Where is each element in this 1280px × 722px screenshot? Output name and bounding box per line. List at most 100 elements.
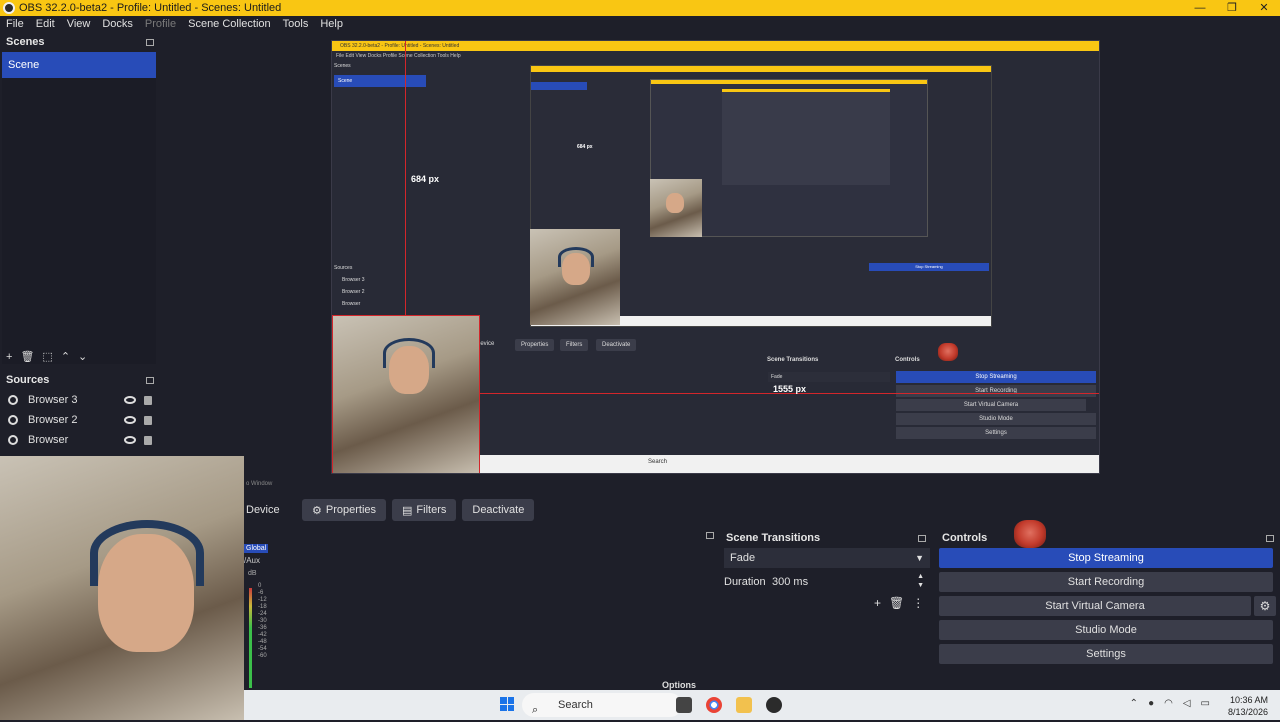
speaker-icon[interactable]: ◁ [1183,698,1191,709]
source-context-bar: Device ⚙ Properties ▤ Filters Deactivate [244,496,1280,524]
battery-icon[interactable]: ▭ [1201,698,1210,709]
measurement-label-vertical: 684 px [411,174,440,184]
selected-webcam-source[interactable] [332,315,480,473]
headphones-shape [90,520,204,586]
scene-filters-icon[interactable]: ⬚ [42,350,52,363]
filter-icon: ▤ [402,504,413,517]
preview-canvas[interactable]: OBS 32.2.0-beta2 - Profile: Untitled - S… [331,40,1100,474]
source-item[interactable]: Browser 3 [0,390,160,410]
undock-icon[interactable] [146,38,154,46]
undock-icon[interactable] [146,376,154,384]
options-button[interactable]: Options [662,680,696,690]
device-label: Device [246,504,280,516]
menu-tools[interactable]: Tools [277,18,315,30]
more-icon[interactable]: ⋮ [912,596,924,610]
obs-taskbar-icon[interactable] [766,697,782,713]
source-item[interactable]: Browser 2 [0,410,160,430]
lock-icon[interactable] [144,395,152,405]
window-title: OBS 32.2.0-beta2 - Profile: Untitled - S… [19,2,282,14]
menu-bar: File Edit View Docks Profile Scene Colle… [0,16,1280,32]
windows-taskbar [244,690,1280,720]
deactivate-button[interactable]: Deactivate [462,499,535,521]
db-tick: -24 [258,611,267,617]
transition-select[interactable]: Fade ▼ [724,548,930,568]
start-virtual-camera-button[interactable]: Start Virtual Camera [939,596,1251,616]
nested-title-bar: OBS 32.2.0-beta2 - Profile: Untitled - S… [332,41,1099,51]
undock-icon[interactable] [1266,534,1274,542]
clock[interactable]: 10:36 AM 8/13/2026 [1228,694,1268,718]
search-icon: ⌕ [532,704,539,716]
db-label: dB [248,570,257,577]
nested-webcam-image [530,229,620,325]
microphone-icon[interactable]: ● [1148,698,1154,709]
lock-icon[interactable] [144,435,152,445]
nested-scene-item [531,82,587,90]
source-label: Browser 2 [28,414,78,426]
move-up-icon[interactable]: ⌃ [61,350,70,363]
studio-mode-button[interactable]: Studio Mode [939,620,1273,640]
file-explorer-icon[interactable] [736,697,752,713]
menu-edit[interactable]: Edit [30,18,61,30]
taskbar-search[interactable]: ⌕ Search [522,693,682,717]
virtual-camera-gear-icon[interactable]: ⚙ [1254,596,1276,616]
scene-item[interactable]: Scene [2,52,156,78]
globe-icon [8,395,18,405]
db-tick: -60 [258,653,267,659]
menu-help[interactable]: Help [314,18,349,30]
chevron-down-icon: ▼ [915,553,924,563]
filters-button[interactable]: ▤ Filters [392,499,457,521]
settings-button[interactable]: Settings [939,644,1273,664]
maximize-button[interactable]: ❐ [1216,0,1248,16]
source-label: Browser [28,434,69,446]
aux-label: /Aux [244,556,261,565]
eye-icon[interactable] [124,436,136,444]
source-item[interactable]: Browser [0,430,160,450]
undock-icon[interactable] [706,532,714,539]
gear-icon: ⚙ [312,504,322,517]
nested-stop-streaming: Stop Streaming [896,371,1096,383]
duration-value: 300 ms [772,576,809,588]
window-controls: — ❐ ✕ [1184,0,1280,16]
menu-file[interactable]: File [0,18,30,30]
properties-button[interactable]: ⚙ Properties [302,499,387,521]
wifi-icon[interactable]: ◠ [1164,698,1173,709]
start-recording-button[interactable]: Start Recording [939,572,1273,592]
lock-icon[interactable] [144,415,152,425]
menu-profile[interactable]: Profile [139,18,182,30]
volume-meter [249,588,252,688]
scenes-title: Scenes [6,36,45,48]
controls-dock: Controls Stop Streaming Start Recording … [936,520,1280,688]
eye-icon[interactable] [124,416,136,424]
menu-view[interactable]: View [61,18,97,30]
minimize-button[interactable]: — [1184,0,1216,16]
move-down-icon[interactable]: ⌄ [78,350,87,363]
headphones-shape [558,247,594,267]
menu-scene-collection[interactable]: Scene Collection [182,18,277,30]
undock-icon[interactable] [918,534,926,542]
add-icon[interactable]: + [874,596,881,610]
db-tick: -12 [258,597,267,603]
nested-stop-streaming: Stop Streaming [869,263,989,271]
stop-streaming-button[interactable]: Stop Streaming [939,548,1273,568]
menu-docks[interactable]: Docks [96,18,139,30]
trash-icon[interactable]: 🗑 [889,596,904,610]
system-tray: ⌃ ● ◠ ◁ ▭ [1130,698,1210,709]
chevron-up-icon[interactable]: ⌃ [1130,698,1138,709]
chrome-icon[interactable] [706,697,722,713]
nested-obs-screen-3 [722,89,890,185]
add-scene-icon[interactable]: + [6,351,12,363]
remove-scene-icon[interactable]: 🗑 [20,350,34,363]
eye-icon[interactable] [124,396,136,404]
scenes-dock: Scenes Scene [0,32,160,368]
audio-mixer-dock: Global /Aux dB 0 -6 -12 -18 -24 -30 -36 … [244,528,720,690]
nested-sources-title: Sources [334,265,353,271]
duration-field[interactable]: 300 ms ▲ ▼ [766,572,930,592]
task-view-icon[interactable] [676,697,692,713]
global-tab[interactable]: Global [244,544,269,553]
windows-start-icon[interactable] [500,697,514,711]
spin-arrows-icon[interactable]: ▲ ▼ [917,572,924,590]
db-scale: 0 -6 -12 -18 -24 -30 -36 -42 -48 -54 -60 [258,583,267,660]
filters-label: Filters [416,504,447,516]
close-button[interactable]: ✕ [1248,0,1280,16]
globe-icon [8,415,18,425]
